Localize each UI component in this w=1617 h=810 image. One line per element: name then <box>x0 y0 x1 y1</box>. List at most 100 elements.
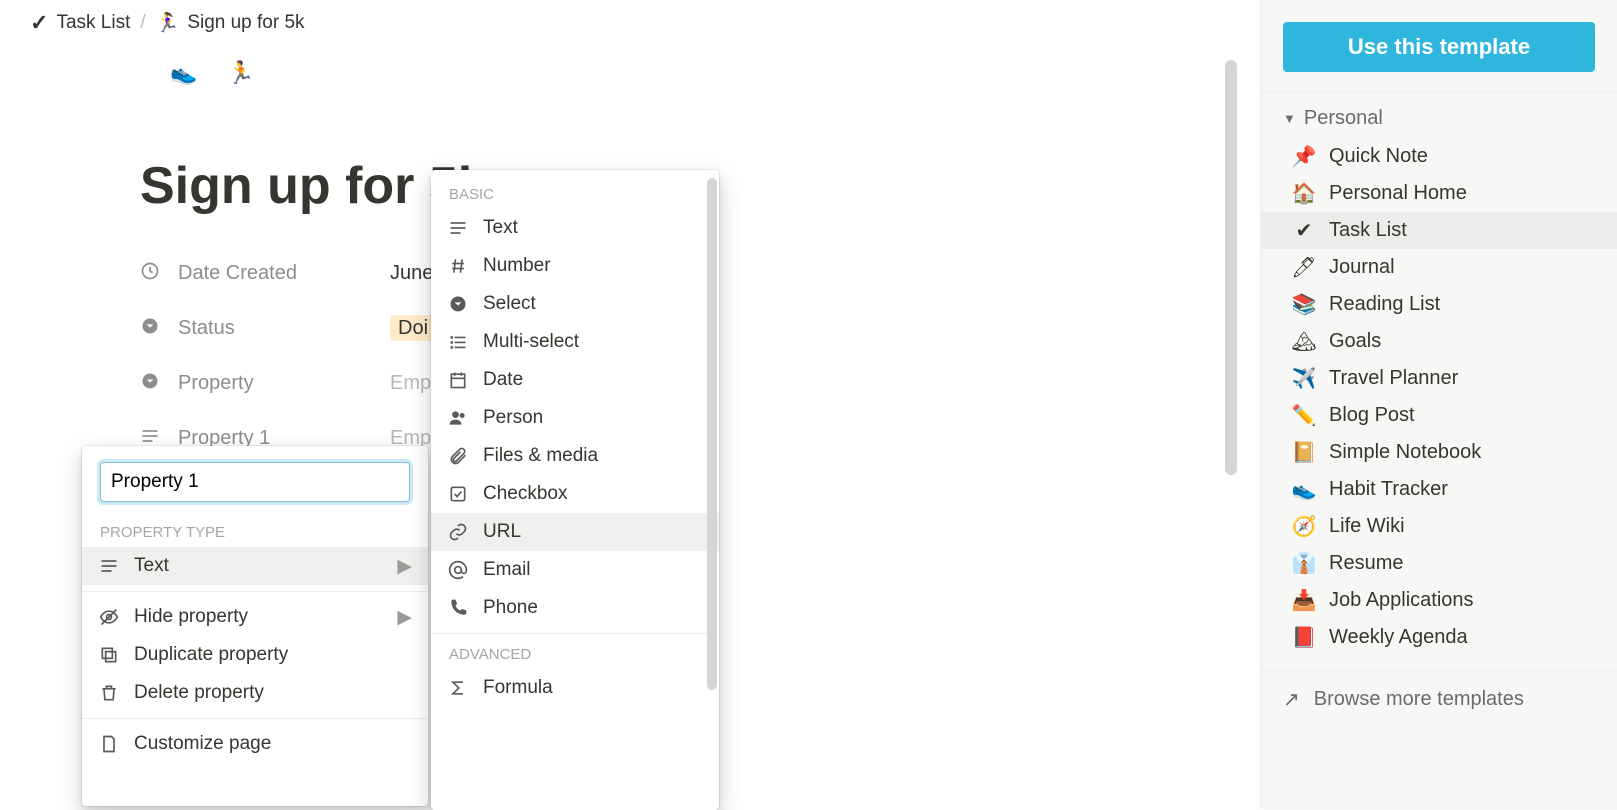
calendar-icon <box>447 370 469 390</box>
template-label: Life Wiki <box>1329 515 1405 538</box>
type-option-date[interactable]: Date <box>431 361 719 399</box>
template-label: Journal <box>1329 256 1395 279</box>
sidebar-section-personal: ▼ Personal 📌Quick Note🏠Personal Home ✔ Tas… <box>1261 92 1617 670</box>
property-value[interactable]: June <box>390 262 433 285</box>
advanced-section-label: ADVANCED <box>431 640 719 669</box>
running-emoji-icon: 🏃‍♀️ <box>156 11 180 35</box>
menu-item-label: Duplicate property <box>134 644 288 666</box>
type-option-email[interactable]: Email <box>431 551 719 589</box>
menu-item-label: Delete property <box>134 682 264 704</box>
sidebar-section-label: Personal <box>1304 107 1383 130</box>
circle-chevron-icon <box>140 316 164 342</box>
property-name-input[interactable] <box>100 462 410 502</box>
template-item-task-list[interactable]: ✔ Task List <box>1261 212 1617 249</box>
type-option-multiselect[interactable]: Multi-select <box>431 323 719 361</box>
menu-item-label: URL <box>483 521 521 543</box>
menu-item-label: Formula <box>483 677 553 699</box>
status-pill: Doi <box>390 315 436 341</box>
template-item-personal-home[interactable]: 🏠Personal Home <box>1261 175 1617 212</box>
menu-item-label: Files & media <box>483 445 598 467</box>
property-type-submenu: BASIC Text Number Select Multi-select Da… <box>431 170 719 810</box>
menu-item-label: Text <box>483 217 518 239</box>
template-item-resume[interactable]: 👔Resume <box>1261 545 1617 582</box>
type-option-phone[interactable]: Phone <box>431 589 719 627</box>
property-value[interactable]: Emp <box>390 372 431 395</box>
template-label: Task List <box>1329 219 1407 242</box>
paperclip-icon <box>447 446 469 466</box>
type-option-files[interactable]: Files & media <box>431 437 719 475</box>
browse-more-label: Browse more templates <box>1314 688 1524 711</box>
property-type-row[interactable]: Text ▶ <box>82 547 428 585</box>
template-item-habit-tracker[interactable]: 👟Habit Tracker <box>1261 471 1617 508</box>
template-item-job-applications[interactable]: 📥Job Applications <box>1261 582 1617 619</box>
property-label: Status <box>178 317 235 340</box>
duplicate-icon <box>98 645 120 665</box>
text-lines-icon <box>447 218 469 238</box>
template-label: Simple Notebook <box>1329 441 1481 464</box>
template-emoji-icon: 🧭 <box>1291 514 1317 539</box>
template-item-goals[interactable]: 🏔Goals <box>1261 323 1617 360</box>
page-cover: 👟 🏃 <box>140 60 1080 86</box>
sidebar-section-header[interactable]: ▼ Personal <box>1261 107 1617 138</box>
property-type-section-label: PROPERTY TYPE <box>82 518 428 547</box>
template-item-life-wiki[interactable]: 🧭 Life Wiki <box>1261 508 1617 545</box>
type-option-checkbox[interactable]: Checkbox <box>431 475 719 513</box>
menu-item-label: Checkbox <box>483 483 568 505</box>
triangle-down-icon: ▼ <box>1283 111 1296 126</box>
template-item-reading-list[interactable]: 📚Reading List <box>1261 286 1617 323</box>
menu-item-label: Hide property <box>134 606 248 628</box>
circle-chevron-icon <box>140 371 164 397</box>
breadcrumb-page[interactable]: 🏃‍♀️ Sign up for 5k <box>156 11 305 35</box>
type-option-person[interactable]: Person <box>431 399 719 437</box>
breadcrumb-separator: / <box>140 12 145 34</box>
customize-page-item[interactable]: Customize page <box>82 725 428 763</box>
runner-emoji-icon: 🏃 <box>227 60 254 86</box>
template-label: Goals <box>1329 330 1381 353</box>
type-option-url[interactable]: URL <box>431 513 719 551</box>
breadcrumb-root-label: Task List <box>56 12 130 34</box>
use-template-button[interactable]: Use this template <box>1283 22 1595 72</box>
content-scrollbar[interactable] <box>1225 60 1237 475</box>
template-emoji-icon: 📔 <box>1291 440 1317 465</box>
template-item-travel-planner[interactable]: ✈️Travel Planner <box>1261 360 1617 397</box>
template-item-weekly-agenda[interactable]: 📕 Weekly Agenda <box>1261 619 1617 656</box>
template-item-quick-note[interactable]: 📌Quick Note <box>1261 138 1617 175</box>
breadcrumb-page-label: Sign up for 5k <box>187 12 304 34</box>
property-value[interactable]: Doi <box>390 317 436 340</box>
template-sidebar: Use this template ▼ Personal 📌Quick Note… <box>1260 0 1617 809</box>
type-option-select[interactable]: Select <box>431 285 719 323</box>
menu-item-label: Customize page <box>134 733 271 755</box>
menu-item-label: Number <box>483 255 551 277</box>
browse-more-templates[interactable]: ↗ Browse more templates <box>1261 670 1617 728</box>
template-item-simple-notebook[interactable]: 📔 Simple Notebook <box>1261 434 1617 471</box>
type-option-number[interactable]: Number <box>431 247 719 285</box>
type-option-text[interactable]: Text <box>431 209 719 247</box>
template-list: 📌Quick Note🏠Personal Home ✔ Task List 🖊Jour… <box>1261 138 1617 656</box>
delete-property-item[interactable]: Delete property <box>82 674 428 712</box>
chevron-right-icon: ▶ <box>397 606 412 629</box>
template-item-journal[interactable]: 🖊Journal <box>1261 249 1617 286</box>
template-label: Habit Tracker <box>1329 478 1448 501</box>
menu-item-label: Date <box>483 369 523 391</box>
sigma-icon <box>447 678 469 698</box>
template-label: Reading List <box>1329 293 1440 316</box>
link-icon <box>447 522 469 542</box>
basic-section-label: BASIC <box>431 180 719 209</box>
template-item-blog-post[interactable]: ✏️Blog Post <box>1261 397 1617 434</box>
text-lines-icon <box>98 556 120 576</box>
hash-icon <box>447 256 469 276</box>
submenu-scrollbar[interactable] <box>707 178 717 690</box>
hide-property-item[interactable]: Hide property ▶ <box>82 598 428 636</box>
arrow-out-icon: ↗ <box>1283 687 1300 712</box>
divider <box>431 633 719 634</box>
template-label: Job Applications <box>1329 589 1474 612</box>
template-emoji-icon: 📕 <box>1291 625 1317 650</box>
chevron-right-icon: ▶ <box>397 555 412 578</box>
type-option-formula[interactable]: Formula <box>431 669 719 707</box>
template-emoji-icon: ✔ <box>1291 218 1317 243</box>
template-label: Blog Post <box>1329 404 1415 427</box>
breadcrumb-root[interactable]: ✓ Task List <box>30 10 130 36</box>
list-icon <box>447 332 469 352</box>
duplicate-property-item[interactable]: Duplicate property <box>82 636 428 674</box>
template-label: Weekly Agenda <box>1329 626 1468 649</box>
